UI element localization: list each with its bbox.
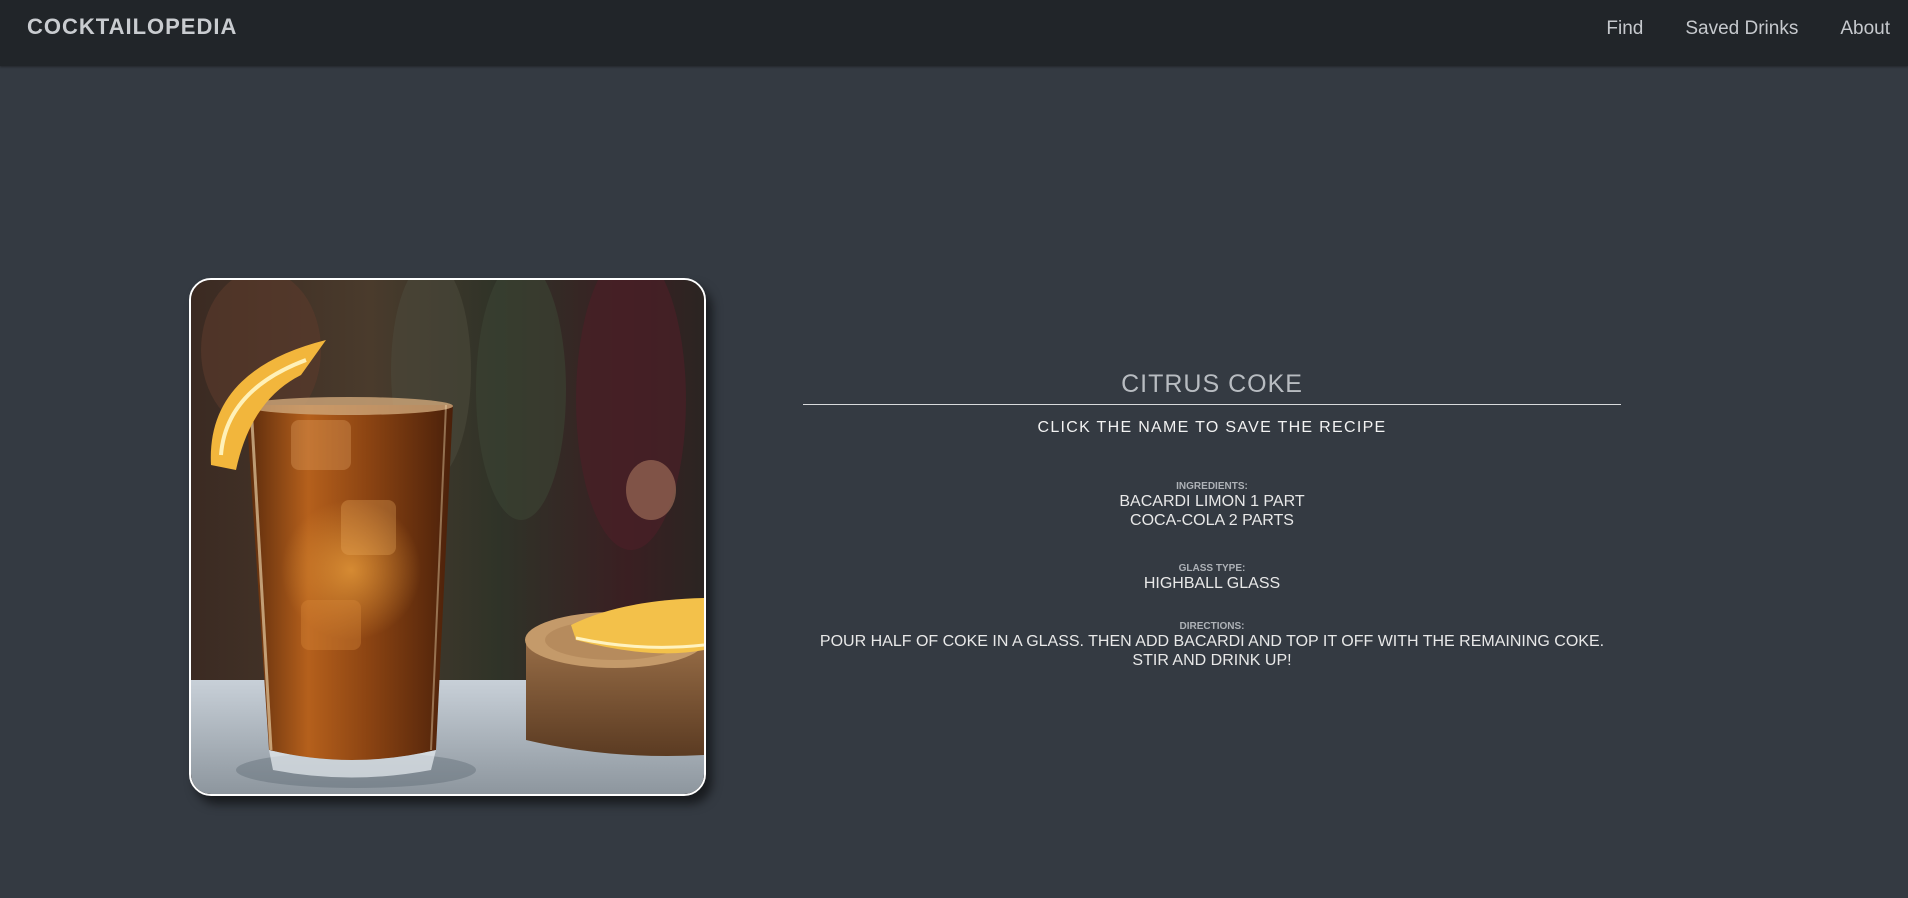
directions-label: DIRECTIONS:	[1179, 621, 1245, 632]
brand-logo[interactable]: COCKTAILOPEDIA	[27, 14, 237, 40]
recipe-panel: CITRUS COKE CLICK THE NAME TO SAVE THE R…	[803, 370, 1621, 670]
nav-links: Find Saved Drinks About	[1606, 18, 1908, 40]
save-hint: CLICK THE NAME TO SAVE THE RECIPE	[1037, 419, 1387, 436]
top-navbar: COCKTAILOPEDIA Find Saved Drinks About	[0, 0, 1908, 66]
nav-link-find[interactable]: Find	[1606, 18, 1643, 40]
glass-section: GLASS TYPE: HIGHBALL GLASS	[803, 563, 1621, 593]
ingredients-label: INGREDIENTS:	[1176, 481, 1248, 492]
ingredients-section: INGREDIENTS: BACARDI LIMON 1 PART COCA-C…	[803, 481, 1621, 530]
drink-name-save-link[interactable]: CITRUS COKE	[803, 370, 1621, 405]
directions-text: STIR AND DRINK UP!	[1132, 652, 1292, 669]
glass-type: HIGHBALL GLASS	[1143, 575, 1281, 592]
glass-label: GLASS TYPE:	[1178, 563, 1246, 574]
nav-link-about[interactable]: About	[1840, 18, 1890, 40]
directions-section: DIRECTIONS: POUR HALF OF COKE IN A GLASS…	[803, 621, 1621, 670]
ingredient-item: BACARDI LIMON 1 PART	[1119, 493, 1305, 510]
drink-photo	[189, 278, 706, 796]
ingredient-item: COCA-COLA 2 PARTS	[1130, 512, 1294, 529]
nav-link-saved-drinks[interactable]: Saved Drinks	[1685, 18, 1798, 40]
directions-text: POUR HALF OF COKE IN A GLASS. THEN ADD B…	[819, 633, 1605, 650]
